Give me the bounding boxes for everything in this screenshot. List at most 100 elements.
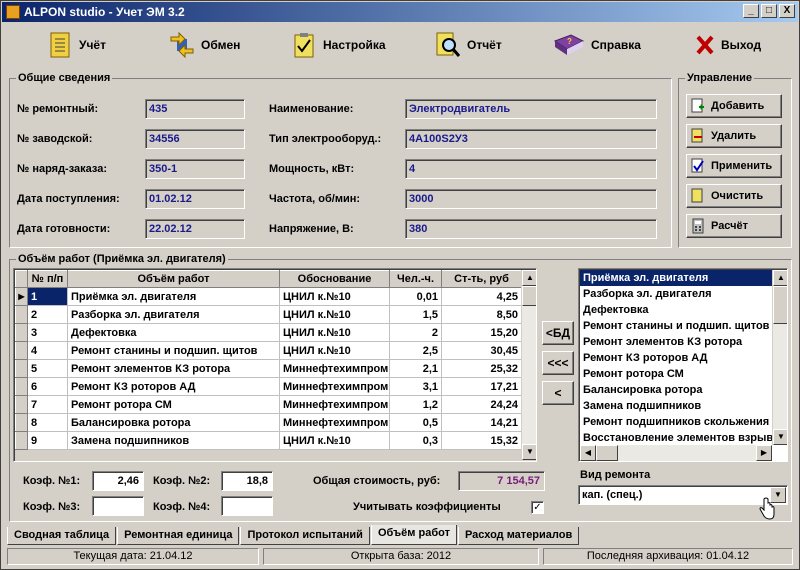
header-hours[interactable]: Чел.-ч. bbox=[389, 270, 442, 288]
table-row[interactable]: 9 Замена подшипников ЦНИЛ к.№10 0,3 15,32 bbox=[15, 431, 522, 450]
cell-num[interactable]: 5 bbox=[27, 359, 68, 378]
cell-work[interactable]: Ремонт ротора СМ bbox=[67, 395, 280, 414]
cell-num[interactable]: 1 bbox=[27, 287, 68, 306]
works-scroll-thumb[interactable] bbox=[522, 286, 536, 306]
row-indicator[interactable] bbox=[15, 359, 28, 378]
cell-hours[interactable]: 1,5 bbox=[389, 305, 442, 324]
title-bar[interactable]: ALPON studio - Учет ЭМ 3.2 _ □ X bbox=[2, 2, 798, 22]
row-indicator[interactable] bbox=[15, 395, 28, 414]
header-work[interactable]: Объём работ bbox=[67, 270, 280, 288]
received-date-field[interactable]: 01.02.12 bbox=[145, 189, 245, 209]
table-row[interactable]: 8 Балансировка ротора Миннефтехимпром 0,5 14… bbox=[15, 413, 522, 432]
toolbar-exit-button[interactable]: Выход bbox=[695, 25, 761, 65]
cell-work[interactable]: Ремонт элементов КЗ ротора bbox=[67, 359, 280, 378]
works-catalog-list[interactable]: Приёмка эл. двигателя Разборка эл. двигат… bbox=[578, 268, 788, 462]
cell-work[interactable]: Разборка эл. двигателя bbox=[67, 305, 280, 324]
coef3-input[interactable] bbox=[92, 496, 144, 516]
name-field[interactable]: Электродвигатель bbox=[405, 99, 657, 119]
close-button[interactable]: X bbox=[779, 4, 795, 18]
toolbar-report-button[interactable]: Отчёт bbox=[435, 25, 502, 65]
cell-work[interactable]: Замена подшипников bbox=[67, 431, 280, 450]
cell-hours[interactable]: 0,5 bbox=[389, 413, 442, 432]
cell-cost[interactable]: 15,20 bbox=[441, 323, 522, 342]
cell-basis[interactable]: Миннефтехимпром bbox=[279, 413, 390, 432]
header-num[interactable]: № п/п bbox=[27, 270, 68, 288]
clear-button[interactable]: Очистить bbox=[686, 184, 782, 208]
cell-cost[interactable]: 24,24 bbox=[441, 395, 522, 414]
list-item[interactable]: Дефектовка bbox=[580, 302, 773, 318]
tab-test-protocol[interactable]: Протокол испытаний bbox=[240, 527, 370, 545]
row-indicator[interactable] bbox=[15, 413, 28, 432]
cell-num[interactable]: 2 bbox=[27, 305, 68, 324]
order-no-field[interactable]: 350-1 bbox=[145, 159, 245, 179]
to-db-button[interactable]: <БД bbox=[542, 321, 574, 345]
tab-repair-unit[interactable]: Ремонтная единица bbox=[117, 527, 240, 545]
catalog-scroll-down-button[interactable]: ▼ bbox=[773, 429, 787, 445]
table-row[interactable]: 3 Дефектовка ЦНИЛ к.№10 2 15,20 bbox=[15, 323, 522, 342]
list-item[interactable]: Ремонт станины и подшип. щитов bbox=[580, 318, 773, 334]
cell-basis[interactable]: ЦНИЛ к.№10 bbox=[279, 341, 390, 360]
list-item[interactable]: Ремонт элементов КЗ ротора bbox=[580, 334, 773, 350]
ready-date-field[interactable]: 22.02.12 bbox=[145, 219, 245, 239]
factory-no-field[interactable]: 34556 bbox=[145, 129, 245, 149]
row-indicator[interactable] bbox=[15, 323, 28, 342]
cell-num[interactable]: 6 bbox=[27, 377, 68, 396]
cell-hours[interactable]: 3,1 bbox=[389, 377, 442, 396]
works-vertical-scrollbar[interactable]: ▲ ▼ bbox=[521, 270, 536, 460]
list-item[interactable]: Восстановление элементов взрывозащиты bbox=[580, 430, 773, 446]
cell-hours[interactable]: 0,3 bbox=[389, 431, 442, 450]
toolbar-settings-button[interactable]: Настройка bbox=[291, 25, 386, 65]
list-item[interactable]: Приёмка эл. двигателя bbox=[580, 270, 773, 286]
cell-num[interactable]: 4 bbox=[27, 341, 68, 360]
voltage-field[interactable]: 380 bbox=[405, 219, 657, 239]
toolbar-exchange-button[interactable]: Обмен bbox=[169, 25, 240, 65]
move-left-button[interactable]: < bbox=[542, 381, 574, 405]
cell-cost[interactable]: 30,45 bbox=[441, 341, 522, 360]
toolbar-help-button[interactable]: ? Справка bbox=[553, 25, 641, 65]
maximize-button[interactable]: □ bbox=[761, 4, 777, 18]
cell-num[interactable]: 9 bbox=[27, 431, 68, 450]
cell-basis[interactable]: ЦНИЛ к.№10 bbox=[279, 323, 390, 342]
table-row[interactable]: 7 Ремонт ротора СМ Миннефтехимпром 1,2 24,24 bbox=[15, 395, 522, 414]
repair-no-field[interactable]: 435 bbox=[145, 99, 245, 119]
cell-basis[interactable]: ЦНИЛ к.№10 bbox=[279, 431, 390, 450]
use-coef-checkbox[interactable]: ✓ bbox=[531, 501, 544, 514]
list-item[interactable]: Разборка эл. двигателя bbox=[580, 286, 773, 302]
table-row[interactable]: 6 Ремонт КЗ роторов АД Миннефтехимпром 3,1 1… bbox=[15, 377, 522, 396]
cell-cost[interactable]: 17,21 bbox=[441, 377, 522, 396]
cell-basis[interactable]: Миннефтехимпром bbox=[279, 395, 390, 414]
cell-work[interactable]: Приёмка эл. двигателя bbox=[67, 287, 280, 306]
cell-num[interactable]: 3 bbox=[27, 323, 68, 342]
cell-basis[interactable]: ЦНИЛ к.№10 bbox=[279, 305, 390, 324]
equipment-type-field[interactable]: 4А100S2У3 bbox=[405, 129, 657, 149]
move-all-left-button[interactable]: <<< bbox=[542, 351, 574, 375]
cell-work[interactable]: Дефектовка bbox=[67, 323, 280, 342]
table-row[interactable]: 4 Ремонт станины и подшип. щитов ЦНИЛ к.№1… bbox=[15, 341, 522, 360]
catalog-hscroll-thumb[interactable] bbox=[596, 445, 618, 461]
cell-basis[interactable]: ЦНИЛ к.№10 bbox=[279, 287, 390, 306]
row-indicator[interactable] bbox=[15, 341, 28, 360]
toolbar-accounting-button[interactable]: Учёт bbox=[47, 25, 106, 65]
header-basis[interactable]: Обоснование bbox=[279, 270, 390, 288]
row-indicator[interactable]: ▶ bbox=[15, 287, 28, 306]
calculate-button[interactable]: Расчёт bbox=[686, 214, 782, 238]
cell-cost[interactable]: 8,50 bbox=[441, 305, 522, 324]
header-cost[interactable]: Ст-ть, руб bbox=[441, 270, 522, 288]
catalog-vertical-scrollbar[interactable]: ▲ ▼ bbox=[772, 270, 787, 445]
coef4-input[interactable] bbox=[221, 496, 273, 516]
minimize-button[interactable]: _ bbox=[743, 4, 759, 18]
cell-cost[interactable]: 14,21 bbox=[441, 413, 522, 432]
cell-hours[interactable]: 0,01 bbox=[389, 287, 442, 306]
row-indicator[interactable] bbox=[15, 431, 28, 450]
list-item[interactable]: Замена подшипников bbox=[580, 398, 773, 414]
cell-hours[interactable]: 1,2 bbox=[389, 395, 442, 414]
works-scroll-down-button[interactable]: ▼ bbox=[522, 444, 536, 460]
list-item[interactable]: Ремонт подшипников скольжения bbox=[580, 414, 773, 430]
power-field[interactable]: 4 bbox=[405, 159, 657, 179]
cell-basis[interactable]: Миннефтехимпром bbox=[279, 359, 390, 378]
row-indicator[interactable] bbox=[15, 305, 28, 324]
cell-hours[interactable]: 2 bbox=[389, 323, 442, 342]
table-row[interactable]: 2 Разборка эл. двигателя ЦНИЛ к.№10 1,5 8,50 bbox=[15, 305, 522, 324]
cell-num[interactable]: 7 bbox=[27, 395, 68, 414]
frequency-field[interactable]: 3000 bbox=[405, 189, 657, 209]
